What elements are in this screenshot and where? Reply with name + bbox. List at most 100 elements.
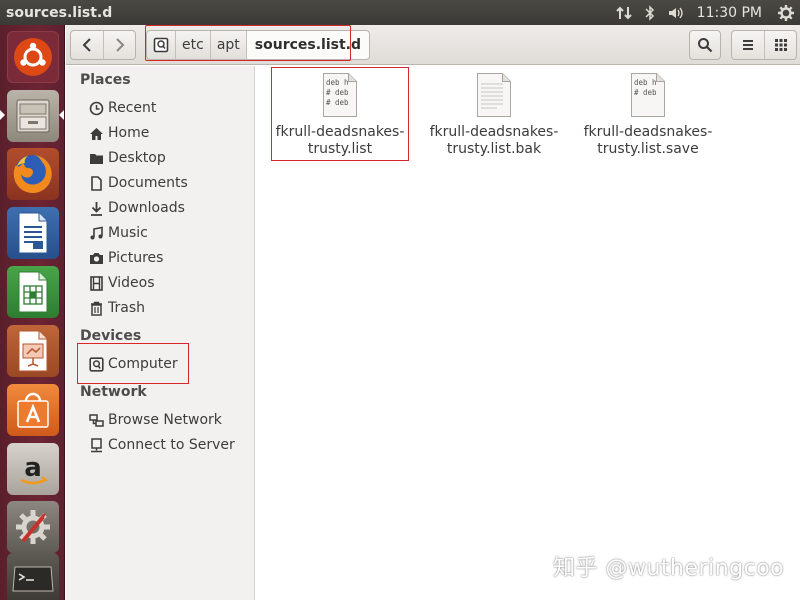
terminal-icon (12, 566, 54, 592)
back-button[interactable] (71, 31, 103, 59)
volume-icon[interactable] (663, 0, 689, 25)
history-nav (70, 30, 136, 60)
headerbar: etc apt sources.list.d (66, 25, 800, 65)
sidebar-item-computer[interactable]: Computer (88, 353, 178, 375)
download-icon (88, 200, 104, 216)
sidebar-item-label: Videos (108, 275, 155, 291)
path-segment-current[interactable]: sources.list.d (245, 31, 370, 59)
home-icon (88, 125, 104, 141)
sidebar-item-videos[interactable]: Videos (88, 272, 155, 294)
window-title: sources.list.d (6, 4, 113, 21)
sidebar-item-browse-network[interactable]: Browse Network (88, 409, 222, 431)
file-item[interactable]: fkrull-deadsnakes-trusty.list.bak (426, 66, 562, 158)
server-icon (88, 437, 104, 453)
launcher-amazon[interactable]: a (7, 443, 59, 495)
grid-view-button[interactable] (764, 31, 796, 59)
camera-icon (88, 250, 104, 266)
forward-button[interactable] (103, 31, 135, 59)
software-center-icon (17, 392, 49, 428)
text-file-icon: deb h # deb # deb (322, 72, 358, 118)
launcher-calc[interactable] (7, 266, 59, 318)
sidebar-item-label: Computer (108, 356, 178, 372)
sidebar-item-label: Pictures (108, 250, 164, 266)
devices-title: Devices (80, 328, 142, 344)
svg-text:a: a (24, 453, 42, 483)
trash-icon (88, 300, 104, 316)
preview-line: deb h (634, 78, 657, 87)
launcher-settings[interactable] (7, 501, 59, 553)
sidebar-item-label: Home (108, 125, 150, 141)
file-name: fkrull-deadsnakes-trusty.list.bak (429, 124, 559, 157)
view-buttons (731, 30, 797, 60)
launcher-files[interactable] (7, 90, 59, 142)
file-item[interactable]: deb h # deb # deb fkrull-deadsnakes-trus… (272, 66, 408, 158)
sidebar-item-desktop[interactable]: Desktop (88, 147, 166, 169)
launcher: a (0, 25, 65, 600)
sidebar-item-documents[interactable]: Documents (88, 172, 188, 194)
film-icon (88, 275, 104, 291)
session-gear-icon[interactable] (772, 0, 800, 25)
libreoffice-writer-icon (18, 212, 48, 254)
sidebar: Places Recent Home Desktop Documents Dow… (66, 66, 255, 600)
sidebar-item-label: Desktop (108, 150, 166, 166)
grid-view-icon (774, 39, 787, 51)
file-name: fkrull-deadsnakes-trusty.list.save (583, 124, 713, 157)
clock[interactable]: 11:30 PM (689, 0, 772, 25)
sidebar-item-label: Downloads (108, 200, 185, 216)
sidebar-item-label: Documents (108, 175, 188, 191)
drive-icon (153, 37, 169, 53)
amazon-icon: a (20, 453, 49, 485)
indicator-area: 11:30 PM (611, 0, 800, 25)
watermark: 知乎 @wutheringcoo (553, 556, 785, 581)
path-segment-apt[interactable]: apt (209, 31, 246, 59)
firefox-icon (13, 155, 52, 193)
sidebar-item-trash[interactable]: Trash (88, 297, 145, 319)
chevron-left-icon (82, 38, 91, 52)
launcher-writer[interactable] (7, 207, 59, 259)
sidebar-item-recent[interactable]: Recent (88, 97, 156, 119)
search-button[interactable] (689, 30, 721, 60)
places-title: Places (80, 72, 131, 88)
path-segment-etc[interactable]: etc (175, 31, 210, 59)
launcher-dash[interactable] (7, 31, 59, 83)
sidebar-item-label: Browse Network (108, 412, 222, 428)
network-title: Network (80, 384, 147, 400)
list-view-icon (743, 40, 753, 50)
chevron-right-icon (115, 38, 124, 52)
clock-icon (88, 100, 104, 116)
sidebar-item-label: Music (108, 225, 148, 241)
sidebar-item-label: Recent (108, 100, 157, 116)
document-icon (88, 175, 104, 191)
folder-icon (88, 150, 104, 166)
launcher-firefox[interactable] (7, 148, 59, 200)
pathbar: etc apt sources.list.d (146, 30, 371, 60)
music-icon (88, 225, 104, 241)
computer-icon (88, 356, 104, 372)
text-file-icon (476, 72, 512, 118)
file-item[interactable]: deb h # deb fkrull-deadsnakes-trusty.lis… (580, 66, 716, 158)
sidebar-item-home[interactable]: Home (88, 122, 149, 144)
sidebar-item-music[interactable]: Music (88, 222, 148, 244)
network-transfer-icon[interactable] (611, 0, 637, 25)
bluetooth-icon[interactable] (637, 0, 663, 25)
launcher-terminal[interactable] (7, 553, 59, 600)
list-view-button[interactable] (732, 31, 764, 59)
system-settings-icon (16, 510, 50, 544)
sidebar-item-pictures[interactable]: Pictures (88, 247, 163, 269)
network-icon (88, 412, 104, 428)
launcher-impress[interactable] (7, 325, 59, 377)
file-view: deb h # deb # deb fkrull-deadsnakes-trus… (256, 66, 800, 600)
sidebar-item-label: Trash (108, 300, 145, 316)
text-file-icon: deb h # deb (630, 72, 666, 118)
preview-line: deb h (326, 78, 349, 87)
search-icon (698, 38, 713, 53)
preview-line: # deb (326, 88, 349, 97)
sidebar-item-downloads[interactable]: Downloads (88, 197, 185, 219)
files-icon (16, 99, 50, 133)
sidebar-item-connect-to-server[interactable]: Connect to Server (88, 434, 235, 456)
path-root-button[interactable] (147, 31, 175, 59)
launcher-software-center[interactable] (7, 384, 59, 436)
ubuntu-dash-icon (14, 38, 52, 76)
top-panel: sources.list.d 11:30 PM (0, 0, 800, 25)
libreoffice-impress-icon (18, 330, 48, 372)
